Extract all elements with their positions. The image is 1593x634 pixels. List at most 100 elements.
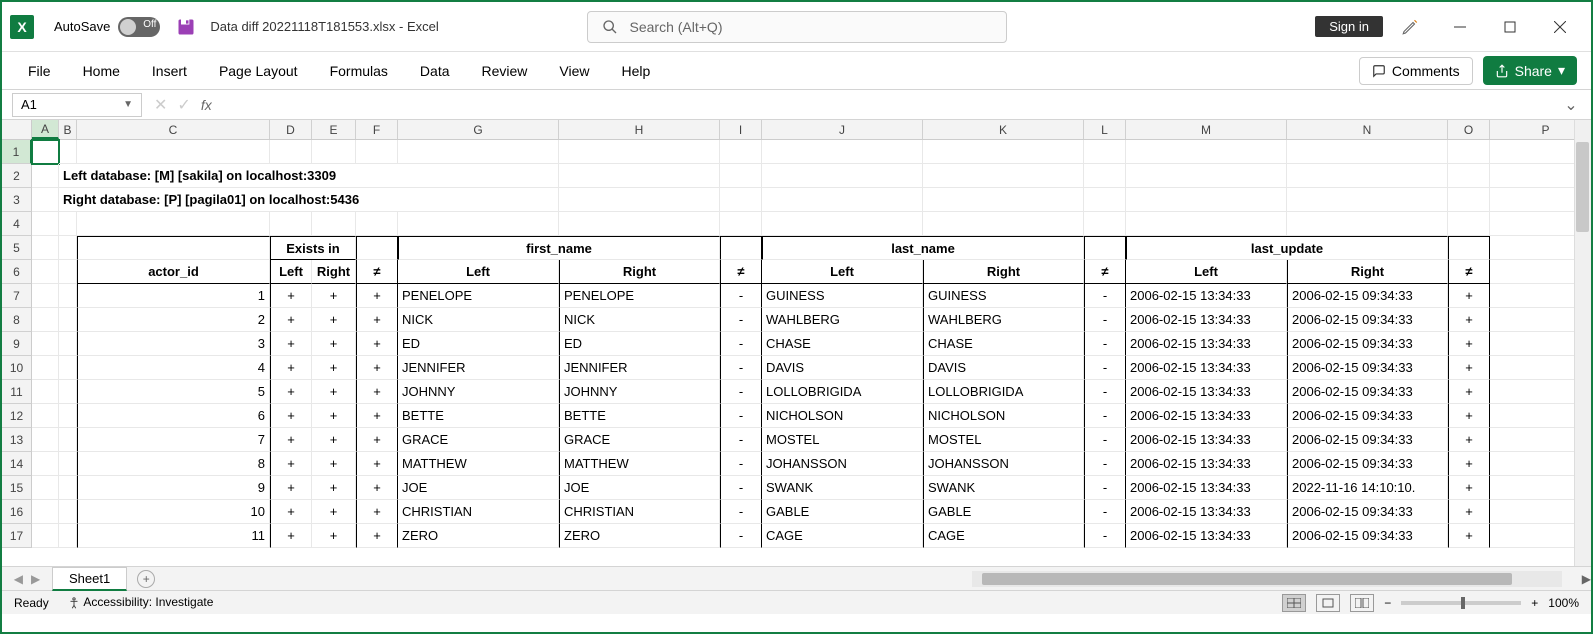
cell[interactable]: [1084, 188, 1126, 212]
cell[interactable]: -: [1084, 476, 1126, 500]
cell[interactable]: CHASE: [762, 332, 923, 356]
cell[interactable]: Right: [923, 260, 1084, 284]
column-header-F[interactable]: F: [356, 120, 398, 139]
cell[interactable]: 3: [77, 332, 270, 356]
cell[interactable]: [720, 188, 762, 212]
cell[interactable]: MATTHEW: [559, 452, 720, 476]
column-header-D[interactable]: D: [270, 120, 312, 139]
cell[interactable]: +: [1448, 476, 1490, 500]
cell[interactable]: +: [312, 476, 356, 500]
cell[interactable]: +: [356, 476, 398, 500]
cell[interactable]: [1084, 164, 1126, 188]
cell[interactable]: JOE: [398, 476, 559, 500]
expand-formula-bar[interactable]: ⌄: [1559, 95, 1583, 115]
cell[interactable]: +: [1448, 452, 1490, 476]
cell[interactable]: +: [1448, 356, 1490, 380]
cell[interactable]: -: [720, 332, 762, 356]
zoom-level[interactable]: 100%: [1548, 596, 1579, 610]
cell[interactable]: -: [1084, 404, 1126, 428]
cell[interactable]: JOHANSSON: [762, 452, 923, 476]
row-header-17[interactable]: 17: [2, 524, 32, 548]
cell[interactable]: JOHNNY: [559, 380, 720, 404]
cell[interactable]: [32, 452, 59, 476]
close-button[interactable]: [1537, 11, 1583, 43]
cell[interactable]: [59, 476, 77, 500]
cell[interactable]: [59, 428, 77, 452]
cell[interactable]: +: [1448, 308, 1490, 332]
cell[interactable]: 2006-02-15 13:34:33: [1126, 356, 1287, 380]
cell[interactable]: [559, 164, 720, 188]
cell[interactable]: +: [356, 332, 398, 356]
cell[interactable]: -: [1084, 308, 1126, 332]
column-header-B[interactable]: B: [59, 120, 77, 139]
row-header-16[interactable]: 16: [2, 500, 32, 524]
cell[interactable]: [59, 404, 77, 428]
maximize-button[interactable]: [1487, 11, 1533, 43]
cell[interactable]: ZERO: [398, 524, 559, 548]
cell[interactable]: +: [312, 380, 356, 404]
column-header-A[interactable]: A: [32, 120, 59, 139]
row-header-13[interactable]: 13: [2, 428, 32, 452]
cell[interactable]: [923, 188, 1084, 212]
cell[interactable]: [1448, 164, 1490, 188]
cell[interactable]: [32, 188, 59, 212]
cell[interactable]: CAGE: [923, 524, 1084, 548]
cell[interactable]: +: [356, 284, 398, 308]
cell[interactable]: [270, 212, 312, 236]
cell[interactable]: GABLE: [762, 500, 923, 524]
cell[interactable]: [59, 452, 77, 476]
row-header-15[interactable]: 15: [2, 476, 32, 500]
cell[interactable]: +: [270, 308, 312, 332]
cell[interactable]: 2006-02-15 09:34:33: [1287, 452, 1448, 476]
cell[interactable]: -: [720, 380, 762, 404]
cell[interactable]: [32, 260, 59, 284]
tab-page-layout[interactable]: Page Layout: [207, 57, 310, 85]
cell[interactable]: -: [1084, 500, 1126, 524]
cell[interactable]: 2006-02-15 13:34:33: [1126, 452, 1287, 476]
save-icon[interactable]: [176, 17, 196, 37]
zoom-in-button[interactable]: +: [1531, 596, 1538, 610]
cell[interactable]: 10: [77, 500, 270, 524]
cell[interactable]: Right: [1287, 260, 1448, 284]
cell[interactable]: -: [720, 500, 762, 524]
cell[interactable]: [398, 140, 559, 164]
cell[interactable]: [1448, 212, 1490, 236]
cell[interactable]: +: [312, 356, 356, 380]
column-header-O[interactable]: O: [1448, 120, 1490, 139]
cell[interactable]: LOLLOBRIGIDA: [762, 380, 923, 404]
cell[interactable]: [720, 212, 762, 236]
cell[interactable]: [762, 212, 923, 236]
cell[interactable]: LOLLOBRIGIDA: [923, 380, 1084, 404]
cell[interactable]: 11: [77, 524, 270, 548]
cell[interactable]: [923, 212, 1084, 236]
cell[interactable]: [59, 380, 77, 404]
cell[interactable]: [1126, 212, 1287, 236]
cell[interactable]: -: [1084, 524, 1126, 548]
cell[interactable]: [32, 212, 59, 236]
cell[interactable]: [762, 188, 923, 212]
row-header-12[interactable]: 12: [2, 404, 32, 428]
cell[interactable]: Left: [270, 260, 312, 284]
cell[interactable]: 6: [77, 404, 270, 428]
cell[interactable]: [356, 140, 398, 164]
cell[interactable]: [32, 428, 59, 452]
cell[interactable]: [1126, 140, 1287, 164]
cell[interactable]: [923, 164, 1084, 188]
search-box[interactable]: Search (Alt+Q): [587, 11, 1007, 43]
cell[interactable]: JOE: [559, 476, 720, 500]
cell[interactable]: [720, 140, 762, 164]
cell[interactable]: -: [1084, 356, 1126, 380]
cell[interactable]: [32, 284, 59, 308]
pen-icon[interactable]: [1387, 11, 1433, 43]
minimize-button[interactable]: [1437, 11, 1483, 43]
cell[interactable]: +: [356, 452, 398, 476]
cell[interactable]: last_name: [762, 236, 1084, 260]
cell[interactable]: +: [312, 524, 356, 548]
cell[interactable]: +: [1448, 380, 1490, 404]
cell[interactable]: 8: [77, 452, 270, 476]
cell[interactable]: 2006-02-15 13:34:33: [1126, 332, 1287, 356]
cell[interactable]: JOHNNY: [398, 380, 559, 404]
cell[interactable]: ≠: [1448, 260, 1490, 284]
add-sheet-button[interactable]: +: [137, 570, 155, 588]
cell[interactable]: -: [1084, 452, 1126, 476]
